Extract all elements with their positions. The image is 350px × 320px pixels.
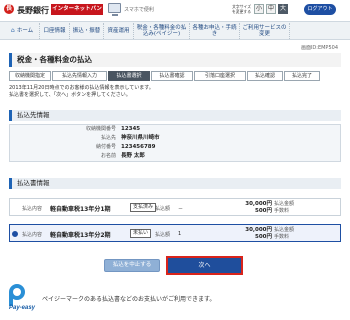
fontsize-medium-button[interactable]: 中	[266, 4, 276, 14]
bill-payment-amount: 30,000円	[245, 227, 272, 233]
fontsize-small-button[interactable]: 小	[254, 4, 264, 14]
bill-status-badge: 支払済み	[130, 203, 157, 212]
payee-value: 神奈川県川崎市	[121, 135, 160, 141]
bill-amount-value: －	[178, 206, 184, 212]
payee-row: 払込先 神奈川県川崎市	[10, 134, 340, 143]
home-icon: ⌂	[10, 27, 15, 34]
bill-label: 払込内容	[22, 232, 43, 238]
intro-line-1: 2013年11月20日時点でのお客様の払込情報を表示しています。	[9, 85, 154, 91]
payee-value: 123456789	[121, 144, 156, 150]
nav-item-account[interactable]: 口座情報	[40, 23, 70, 39]
next-button-label: 次へ	[168, 258, 241, 273]
bill-money-labels: 払込金額 手数料	[274, 227, 294, 241]
payee-row: お名前 長野 太郎	[10, 152, 340, 161]
payeasy-logo-text: Pay-easy	[9, 305, 36, 311]
bank-name: 長野銀行	[17, 6, 49, 15]
bank-logo-icon: 長	[4, 4, 14, 14]
bill-row-paid: 払込内容 軽自動車税13年分1期 支払済み 払込額 － 30,000円 500円…	[9, 198, 341, 216]
bill-money-labels: 払込金額 手数料	[274, 201, 294, 215]
payeasy-logo-icon: Pay-easy	[7, 283, 37, 313]
step-indicator: 収納機関指定 払込先情報入力 払込書選択 払込書確認 引落口座選択 払込確認 払…	[9, 71, 341, 81]
payee-table: 収納機関番号 12345 払込先 神奈川県川崎市 納付番号 123456789 …	[9, 124, 341, 162]
fontsize-large-button[interactable]: 大	[278, 4, 288, 14]
internet-banking-badge: インターネットバンキング	[51, 4, 103, 23]
bill-payment-amount-label: 払込金額	[274, 227, 295, 233]
bill-amount-value: 1	[178, 231, 182, 237]
cancel-payment-button[interactable]: 払込を中止する	[104, 259, 160, 272]
nav-item-service-change[interactable]: ご利用サービスの変更	[240, 23, 290, 39]
step-5: 引落口座選択	[194, 71, 246, 81]
intro-line-2: 払込書を選択して、「次へ」ボタンを押してください。	[9, 92, 131, 98]
bill-fee: 500円	[255, 208, 272, 214]
step-7: 払込完了	[284, 71, 320, 81]
fontsize-label: 文字サイズを変更する	[232, 4, 251, 14]
nav-item-assets[interactable]: 資産運用	[104, 23, 134, 39]
screen-id: 画面ID:EMP504	[300, 45, 338, 51]
step-2: 払込先情報入力	[52, 71, 107, 81]
bill-status-badge: 未払い	[130, 229, 152, 238]
nav-item-applications[interactable]: 各種お申込・手続き	[190, 23, 240, 39]
header: 長 長野銀行 インターネットバンキング スマホで便利 文字サイズを変更する 小 …	[0, 0, 350, 23]
bill-money: 30,000円 500円	[222, 201, 272, 215]
page-title: 税金・各種料金の払込	[9, 53, 341, 67]
payee-row: 納付番号 123456789	[10, 143, 340, 152]
nav-item-payeasy[interactable]: 税金・各種料金の払込み(ペイジー)	[134, 23, 190, 39]
bill-section-heading: 払込書情報	[9, 178, 341, 189]
payee-label: 収納機関番号	[85, 126, 116, 132]
logout-button[interactable]: ログアウト	[304, 4, 336, 15]
bill-payment-amount: 30,000円	[245, 201, 272, 207]
payee-label: 納付番号	[95, 144, 116, 150]
step-6: 払込確認	[247, 71, 283, 81]
intro-text: 2013年11月20日時点でのお客様の払込情報を表示しています。 払込書を選択し…	[9, 85, 339, 99]
bill-fee: 500円	[255, 234, 272, 240]
payeasy-message: ペイジーマークのある払込書などのお支払いがご利用できます。	[42, 296, 216, 303]
nav-item-transfer[interactable]: 振込・振替	[70, 23, 104, 39]
payee-label: お名前	[100, 153, 116, 159]
bill-fee-label: 手数料	[274, 234, 290, 240]
main-nav: ⌂ ホーム 口座情報 振込・振替 資産運用 税金・各種料金の払込み(ペイジー) …	[0, 21, 350, 40]
nav-item-home[interactable]: ⌂ ホーム	[4, 23, 40, 39]
bill-money: 30,000円 500円	[222, 227, 272, 241]
payee-label: 払込先	[100, 135, 116, 141]
bill-name: 軽自動車税13年分2期	[50, 232, 111, 239]
header-note: スマホで便利	[124, 7, 154, 13]
payee-value: 長野 太郎	[121, 153, 145, 159]
bill-fee-label: 手数料	[274, 208, 290, 214]
payee-value: 12345	[121, 126, 141, 132]
computer-icon	[108, 3, 121, 16]
bill-name: 軽自動車税13年分1期	[50, 206, 111, 213]
payee-row: 収納機関番号 12345	[10, 125, 340, 134]
bill-amount-label: 払込額	[155, 206, 171, 212]
payee-section-heading: 払込先情報	[9, 110, 341, 121]
bill-select-radio[interactable]	[12, 231, 18, 237]
bill-label: 払込内容	[22, 206, 43, 212]
step-1: 収納機関指定	[9, 71, 51, 81]
bill-row-unpaid[interactable]: 払込内容 軽自動車税13年分2期 未払い 払込額 1 30,000円 500円 …	[9, 224, 341, 242]
nav-item-label: ホーム	[16, 27, 34, 34]
step-4: 払込書確認	[151, 71, 193, 81]
next-button[interactable]: 次へ	[166, 256, 243, 275]
bill-amount-label: 払込額	[155, 232, 171, 238]
step-3-current: 払込書選択	[108, 71, 150, 81]
bill-payment-amount-label: 払込金額	[274, 201, 295, 207]
